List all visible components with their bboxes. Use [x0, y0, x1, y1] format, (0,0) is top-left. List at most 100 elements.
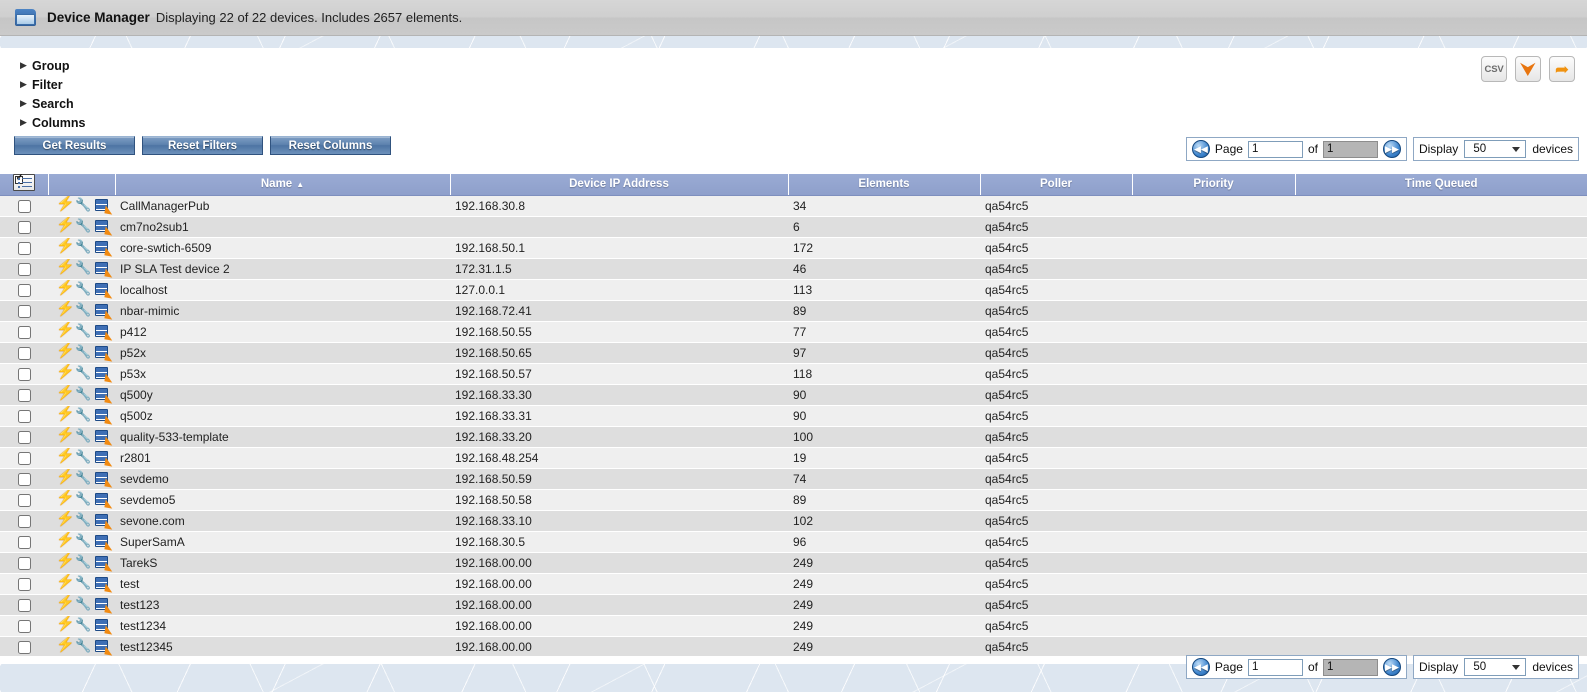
export-csv-button[interactable]: CSV [1481, 56, 1507, 82]
row-checkbox[interactable] [17, 283, 31, 297]
row-select-cell[interactable] [0, 300, 48, 322]
row-checkbox[interactable] [17, 556, 31, 570]
table-row[interactable]: cm7no2sub1 6qa54rc5 [0, 216, 1587, 238]
row-select-cell[interactable] [0, 510, 48, 532]
bolt-icon[interactable] [56, 637, 75, 654]
device-icon[interactable] [95, 219, 114, 236]
row-select-cell[interactable] [0, 531, 48, 553]
row-checkbox[interactable] [17, 493, 31, 507]
row-checkbox[interactable] [17, 199, 31, 213]
wrench-icon[interactable] [75, 407, 91, 423]
export-share-button[interactable]: ➦ [1549, 56, 1575, 82]
table-row[interactable]: test1234192.168.00.00249qa54rc5 [0, 615, 1587, 637]
row-select-cell[interactable] [0, 195, 48, 217]
wrench-icon[interactable] [75, 428, 91, 444]
row-checkbox[interactable] [17, 409, 31, 423]
bolt-icon[interactable] [56, 616, 75, 633]
device-icon[interactable] [95, 387, 114, 404]
row-select-cell[interactable] [0, 594, 48, 616]
wrench-icon[interactable] [75, 218, 91, 234]
wrench-icon[interactable] [75, 365, 91, 381]
table-row[interactable]: IP SLA Test device 2172.31.1.546qa54rc5 [0, 258, 1587, 280]
device-icon[interactable] [95, 324, 114, 341]
bolt-icon[interactable] [56, 217, 75, 234]
device-icon[interactable] [95, 639, 114, 656]
display-count-select[interactable]: 50 [1464, 140, 1527, 158]
row-checkbox[interactable] [17, 577, 31, 591]
table-row[interactable]: p412192.168.50.5577qa54rc5 [0, 321, 1587, 343]
row-checkbox[interactable] [17, 325, 31, 339]
row-checkbox[interactable] [17, 619, 31, 633]
wrench-icon[interactable] [75, 533, 91, 549]
column-header-poller[interactable]: Poller [980, 174, 1133, 196]
column-header-priority[interactable]: Priority [1132, 174, 1296, 196]
bolt-icon[interactable] [56, 532, 75, 549]
prev-page-button[interactable]: ◀◀ [1191, 140, 1210, 158]
table-row[interactable]: p52x192.168.50.6597qa54rc5 [0, 342, 1587, 364]
wrench-icon[interactable] [75, 554, 91, 570]
page-number-input[interactable] [1247, 140, 1303, 158]
export-pdf-button[interactable]: ⮟ [1515, 56, 1541, 82]
device-icon[interactable] [95, 282, 114, 299]
row-checkbox[interactable] [17, 241, 31, 255]
device-icon[interactable] [95, 240, 114, 257]
accordion-item-search[interactable]: ▶ Search [18, 94, 85, 113]
device-icon[interactable] [95, 534, 114, 551]
row-checkbox[interactable] [17, 451, 31, 465]
table-row[interactable]: sevdemo5192.168.50.5889qa54rc5 [0, 489, 1587, 511]
row-checkbox[interactable] [17, 514, 31, 528]
bolt-icon[interactable] [56, 196, 75, 213]
accordion-item-filter[interactable]: ▶ Filter [18, 75, 85, 94]
device-icon[interactable] [95, 492, 114, 509]
device-icon[interactable] [95, 429, 114, 446]
row-select-cell[interactable] [0, 468, 48, 490]
bolt-icon[interactable] [56, 322, 75, 339]
device-icon[interactable] [95, 303, 114, 320]
device-icon[interactable] [95, 618, 114, 635]
get-results-button[interactable]: Get Results [14, 136, 135, 155]
row-checkbox[interactable] [17, 535, 31, 549]
bolt-icon[interactable] [56, 553, 75, 570]
table-row[interactable]: nbar-mimic192.168.72.4189qa54rc5 [0, 300, 1587, 322]
row-select-cell[interactable] [0, 342, 48, 364]
wrench-icon[interactable] [75, 239, 91, 255]
select-all-header[interactable] [0, 173, 49, 196]
table-row[interactable]: SuperSamA192.168.30.596qa54rc5 [0, 531, 1587, 553]
device-icon[interactable] [95, 576, 114, 593]
table-row[interactable]: test123192.168.00.00249qa54rc5 [0, 594, 1587, 616]
bolt-icon[interactable] [56, 385, 75, 402]
wrench-icon[interactable] [75, 470, 91, 486]
next-page-button-bottom[interactable]: ▶▶ [1382, 658, 1401, 676]
device-icon[interactable] [95, 555, 114, 572]
row-checkbox[interactable] [17, 262, 31, 276]
wrench-icon[interactable] [75, 617, 91, 633]
row-select-cell[interactable] [0, 216, 48, 238]
wrench-icon[interactable] [75, 491, 91, 507]
table-row[interactable]: TarekS192.168.00.00249qa54rc5 [0, 552, 1587, 574]
wrench-icon[interactable] [75, 449, 91, 465]
bolt-icon[interactable] [56, 490, 75, 507]
bolt-icon[interactable] [56, 448, 75, 465]
row-select-cell[interactable] [0, 615, 48, 637]
bolt-icon[interactable] [56, 301, 75, 318]
row-select-cell[interactable] [0, 552, 48, 574]
column-header-ip[interactable]: Device IP Address [450, 174, 789, 196]
table-row[interactable]: sevdemo192.168.50.5974qa54rc5 [0, 468, 1587, 490]
row-checkbox[interactable] [17, 346, 31, 360]
row-select-cell[interactable] [0, 363, 48, 385]
row-checkbox[interactable] [17, 598, 31, 612]
table-row[interactable]: localhost127.0.0.1113qa54rc5 [0, 279, 1587, 301]
bolt-icon[interactable] [56, 406, 75, 423]
display-count-select-bottom[interactable]: 50 [1464, 658, 1527, 676]
row-select-cell[interactable] [0, 321, 48, 343]
wrench-icon[interactable] [75, 575, 91, 591]
wrench-icon[interactable] [75, 596, 91, 612]
row-checkbox[interactable] [17, 367, 31, 381]
wrench-icon[interactable] [75, 197, 91, 213]
device-icon[interactable] [95, 513, 114, 530]
bolt-icon[interactable] [56, 595, 75, 612]
table-row[interactable]: p53x192.168.50.57118qa54rc5 [0, 363, 1587, 385]
bolt-icon[interactable] [56, 238, 75, 255]
wrench-icon[interactable] [75, 302, 91, 318]
row-select-cell[interactable] [0, 279, 48, 301]
